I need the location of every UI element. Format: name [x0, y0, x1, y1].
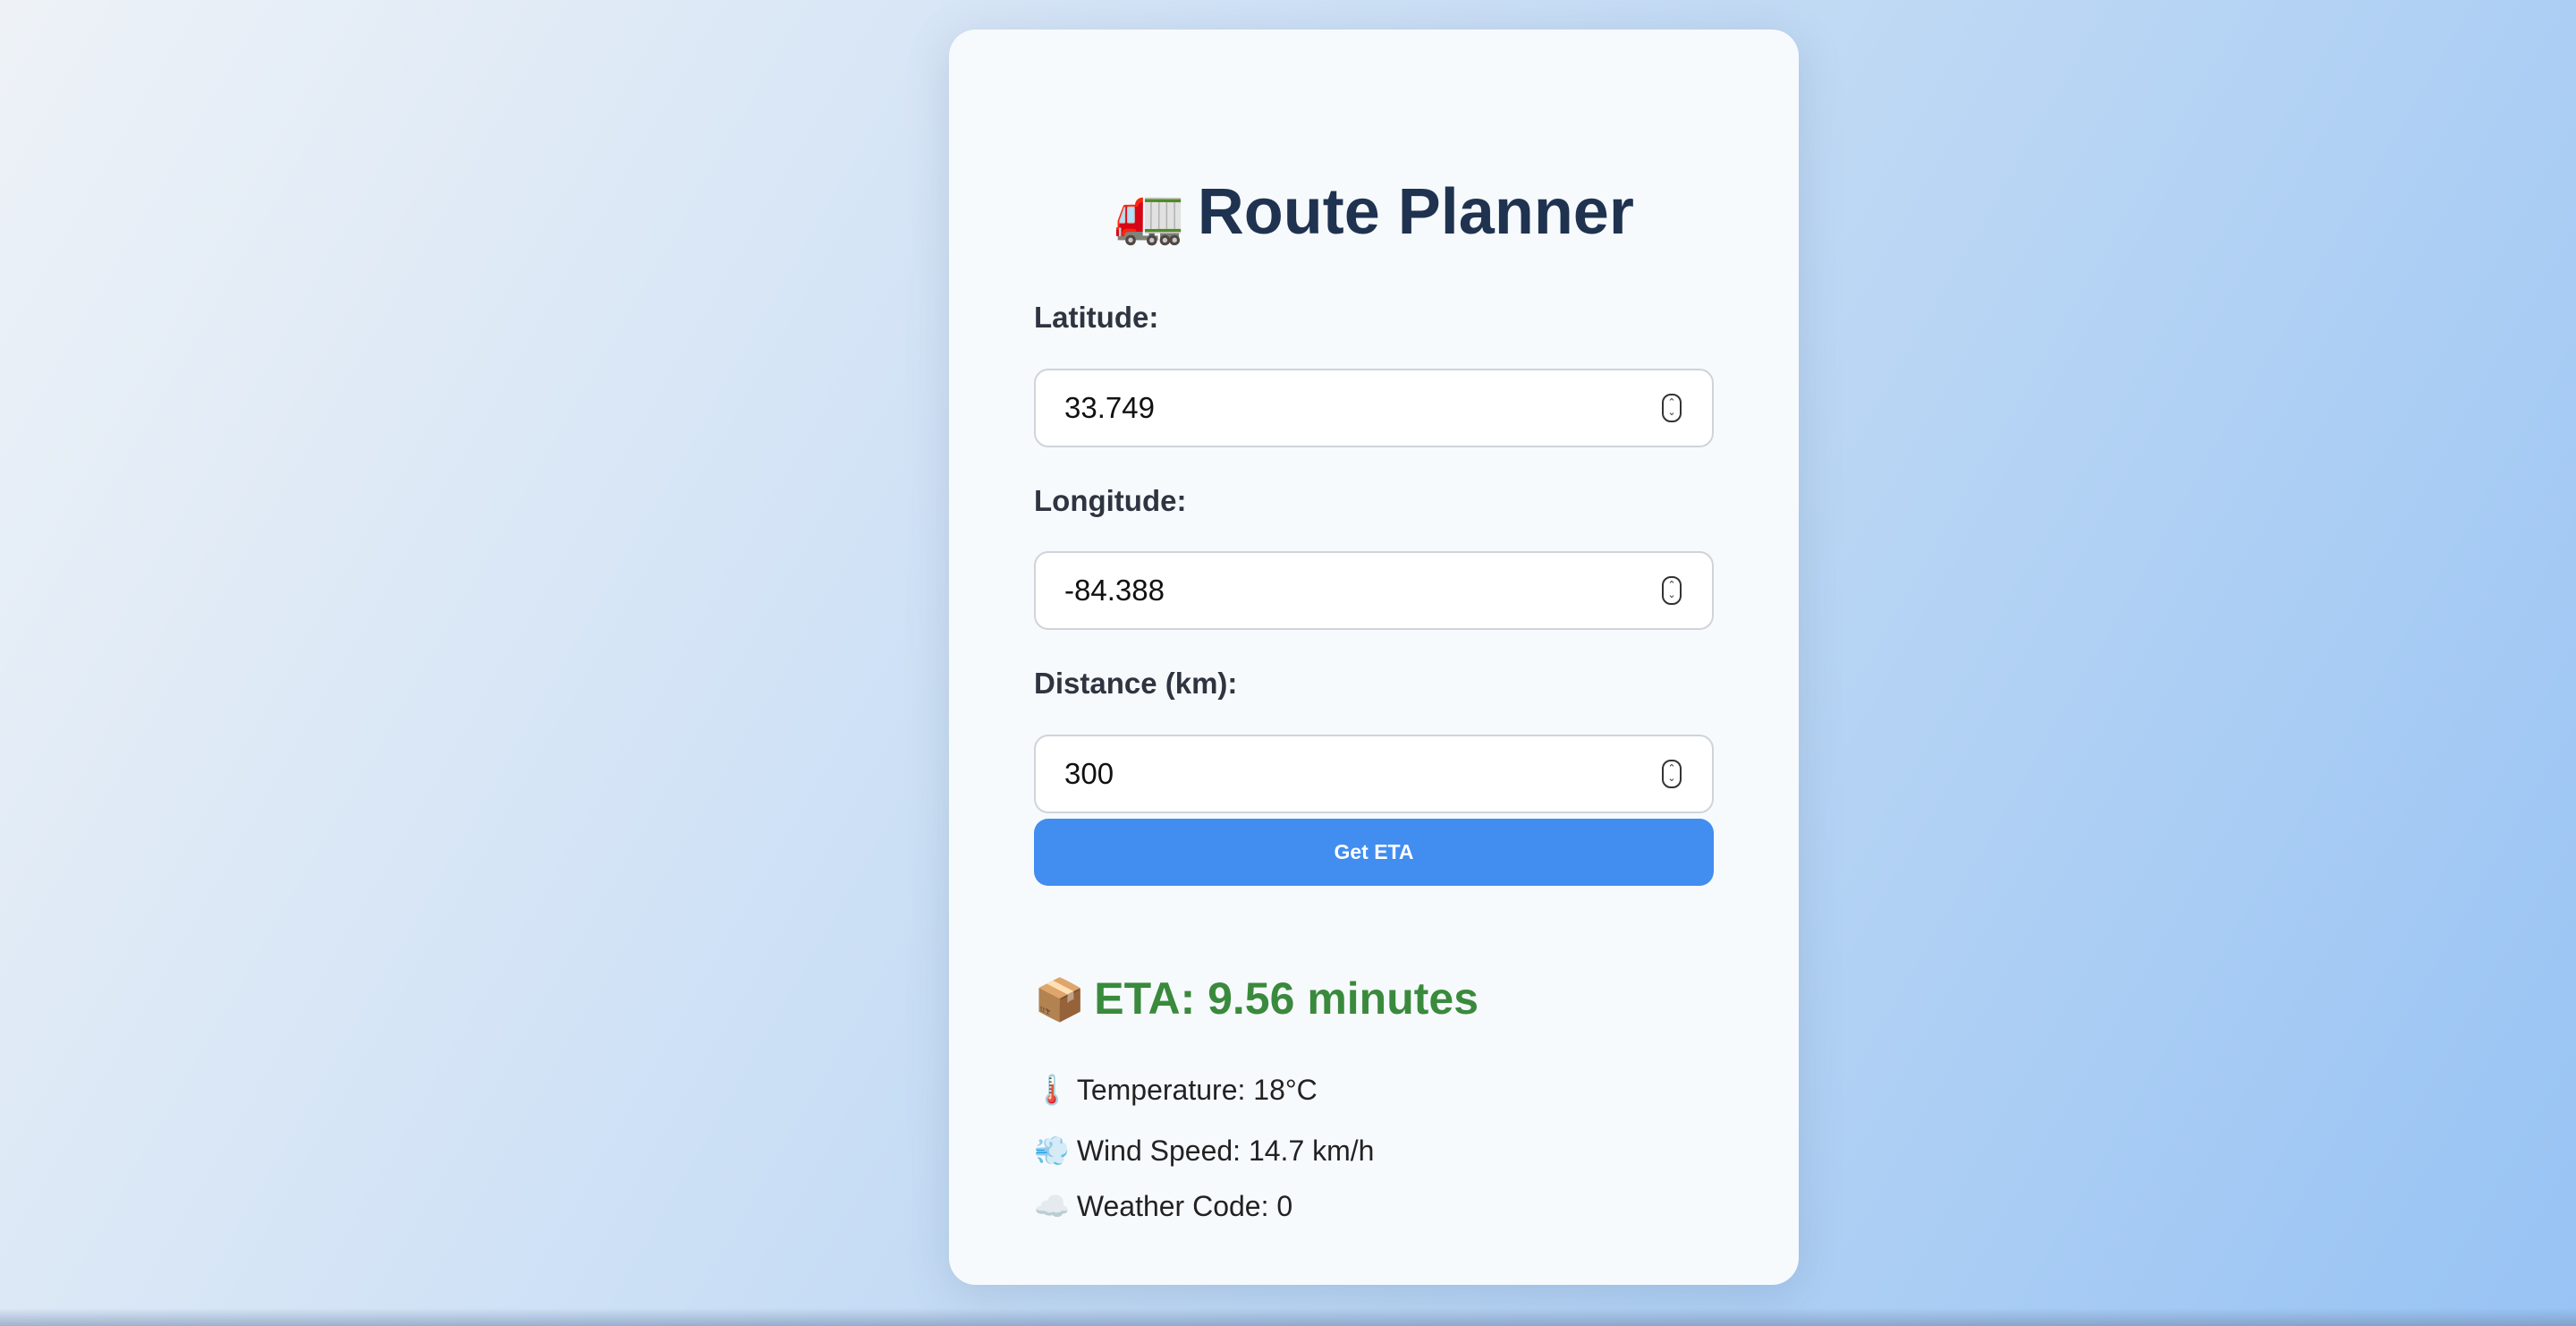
wind-row: 💨 Wind Speed: 14.7 km/h — [1034, 1131, 1374, 1170]
window-bottom-edge — [0, 1308, 2576, 1326]
distance-stepper[interactable]: ⌃ ⌄ — [1662, 760, 1682, 788]
latitude-stepper[interactable]: ⌃ ⌄ — [1662, 394, 1682, 422]
longitude-field[interactable]: ⌃ ⌄ — [1034, 551, 1714, 630]
wind-text: Wind Speed: 14.7 km/h — [1076, 1135, 1375, 1167]
longitude-label: Longitude: — [1034, 484, 1187, 517]
latitude-input[interactable] — [1036, 370, 1644, 446]
eta-result: 📦 ETA: 9.56 minutes — [1034, 967, 1479, 1031]
latitude-field[interactable]: ⌃ ⌄ — [1034, 369, 1714, 447]
chevron-down-icon[interactable]: ⌄ — [1667, 774, 1675, 784]
distance-input[interactable] — [1036, 736, 1644, 812]
page-title: 🚛 Route Planner — [949, 169, 1799, 257]
weather-row: ☁️ Weather Code: 0 — [1034, 1186, 1292, 1226]
get-eta-button[interactable]: Get ETA — [1034, 819, 1714, 886]
temperature-row: 🌡️ Temperature: 18°C — [1034, 1070, 1318, 1109]
longitude-input[interactable] — [1036, 553, 1644, 628]
wind-icon: 💨 — [1034, 1135, 1070, 1167]
longitude-stepper[interactable]: ⌃ ⌄ — [1662, 576, 1682, 605]
route-planner-card: 🚛Route Planner Latitude: ⌃ ⌄ Longitude: … — [949, 30, 1799, 1285]
distance-label: Distance (km): — [1034, 667, 1238, 700]
truck-icon: 🚛 — [1114, 182, 1185, 246]
package-icon: 📦 — [1034, 976, 1086, 1023]
chevron-down-icon[interactable]: ⌄ — [1667, 408, 1675, 418]
distance-field[interactable]: ⌃ ⌄ — [1034, 735, 1714, 813]
latitude-label: Latitude: — [1034, 301, 1159, 334]
cloud-icon: ☁️ — [1034, 1190, 1070, 1222]
eta-text: ETA: 9.56 minutes — [1094, 973, 1479, 1024]
temperature-text: Temperature: 18°C — [1076, 1074, 1318, 1106]
page-title-text: Route Planner — [1197, 176, 1634, 248]
chevron-down-icon[interactable]: ⌄ — [1667, 591, 1675, 600]
thermometer-icon: 🌡️ — [1034, 1074, 1070, 1106]
weather-text: Weather Code: 0 — [1076, 1190, 1293, 1222]
